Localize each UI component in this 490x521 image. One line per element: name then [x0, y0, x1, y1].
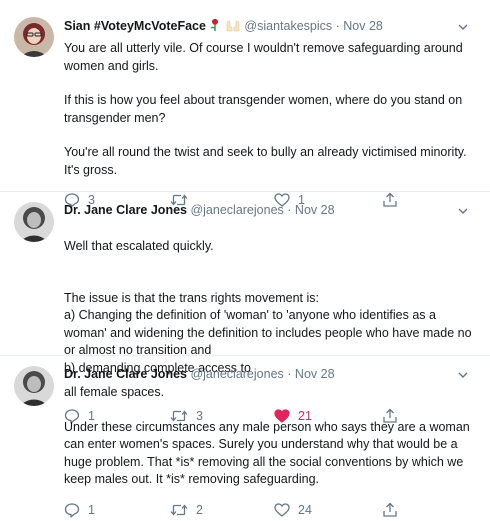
heart-icon	[274, 502, 290, 517]
raised-hands-emoji-icon	[225, 18, 241, 36]
reply-icon	[64, 502, 80, 518]
reply-button[interactable]: 1	[64, 501, 95, 519]
share-button[interactable]	[382, 501, 398, 519]
like-count: 24	[298, 502, 312, 517]
avatar[interactable]	[14, 17, 54, 57]
tweet-header: Dr. Jane Clare Jones @janeclarejones · N…	[64, 192, 490, 218]
separator-dot: ·	[287, 203, 292, 217]
separator-dot: ·	[287, 367, 292, 381]
tweet-paragraph: Well that escalated quickly.	[64, 238, 214, 253]
tweet-thread: Sian #VoteyMcVoteFace @siantakespics · N…	[0, 0, 490, 518]
display-name[interactable]: Sian #VoteyMcVoteFace	[64, 19, 206, 33]
reply-count: 1	[88, 502, 95, 517]
display-name[interactable]: Dr. Jane Clare Jones	[64, 203, 187, 217]
user-handle[interactable]: @janeclarejones	[190, 203, 283, 217]
chevron-down-icon[interactable]	[458, 22, 468, 32]
tweet[interactable]: Dr. Jane Clare Jones @janeclarejones · N…	[0, 192, 490, 424]
separator-dot: ·	[335, 19, 340, 33]
retweet-count: 2	[196, 502, 203, 517]
avatar-image	[14, 17, 54, 57]
user-handle[interactable]: @siantakespics	[244, 19, 332, 33]
like-button[interactable]: 24	[274, 501, 312, 519]
tweet-header: Sian #VoteyMcVoteFace @siantakespics · N…	[64, 0, 490, 36]
avatar-image	[14, 202, 54, 242]
chevron-down-icon[interactable]	[458, 206, 468, 216]
tweet[interactable]: Sian #VoteyMcVoteFace @siantakespics · N…	[0, 0, 490, 208]
rose-emoji-icon	[209, 18, 221, 36]
avatar-image	[14, 366, 54, 406]
tweet-paragraph: If this is how you feel about transgende…	[64, 93, 463, 125]
tweet-timestamp[interactable]: Nov 28	[295, 203, 335, 217]
retweet-button[interactable]: 2	[170, 501, 203, 519]
tweet-paragraph: You're all round the twist and seek to b…	[64, 145, 467, 177]
tweet-timestamp[interactable]: Nov 28	[343, 19, 383, 33]
tweet-timestamp[interactable]: Nov 28	[295, 367, 335, 381]
tweet-paragraph: all female spaces.	[64, 385, 165, 399]
avatar[interactable]	[14, 366, 54, 406]
tweet-text: You are all utterly vile. Of course I wo…	[64, 40, 490, 179]
tweet-paragraph: You are all utterly vile. Of course I wo…	[64, 41, 463, 73]
tweet-header: Dr. Jane Clare Jones @janeclarejones · N…	[64, 356, 490, 382]
user-handle[interactable]: @janeclarejones	[190, 367, 283, 381]
display-name[interactable]: Dr. Jane Clare Jones	[64, 367, 187, 381]
tweet[interactable]: Dr. Jane Clare Jones @janeclarejones · N…	[0, 356, 490, 518]
tweet-text: all female spaces. Under these circumsta…	[64, 384, 490, 489]
avatar[interactable]	[14, 202, 54, 242]
share-icon	[383, 502, 397, 517]
tweet-actions: 1 2 24	[64, 501, 490, 521]
chevron-down-icon[interactable]	[458, 370, 468, 380]
retweet-icon	[170, 503, 188, 516]
tweet-paragraph: Under these circumstances any male perso…	[64, 419, 470, 487]
